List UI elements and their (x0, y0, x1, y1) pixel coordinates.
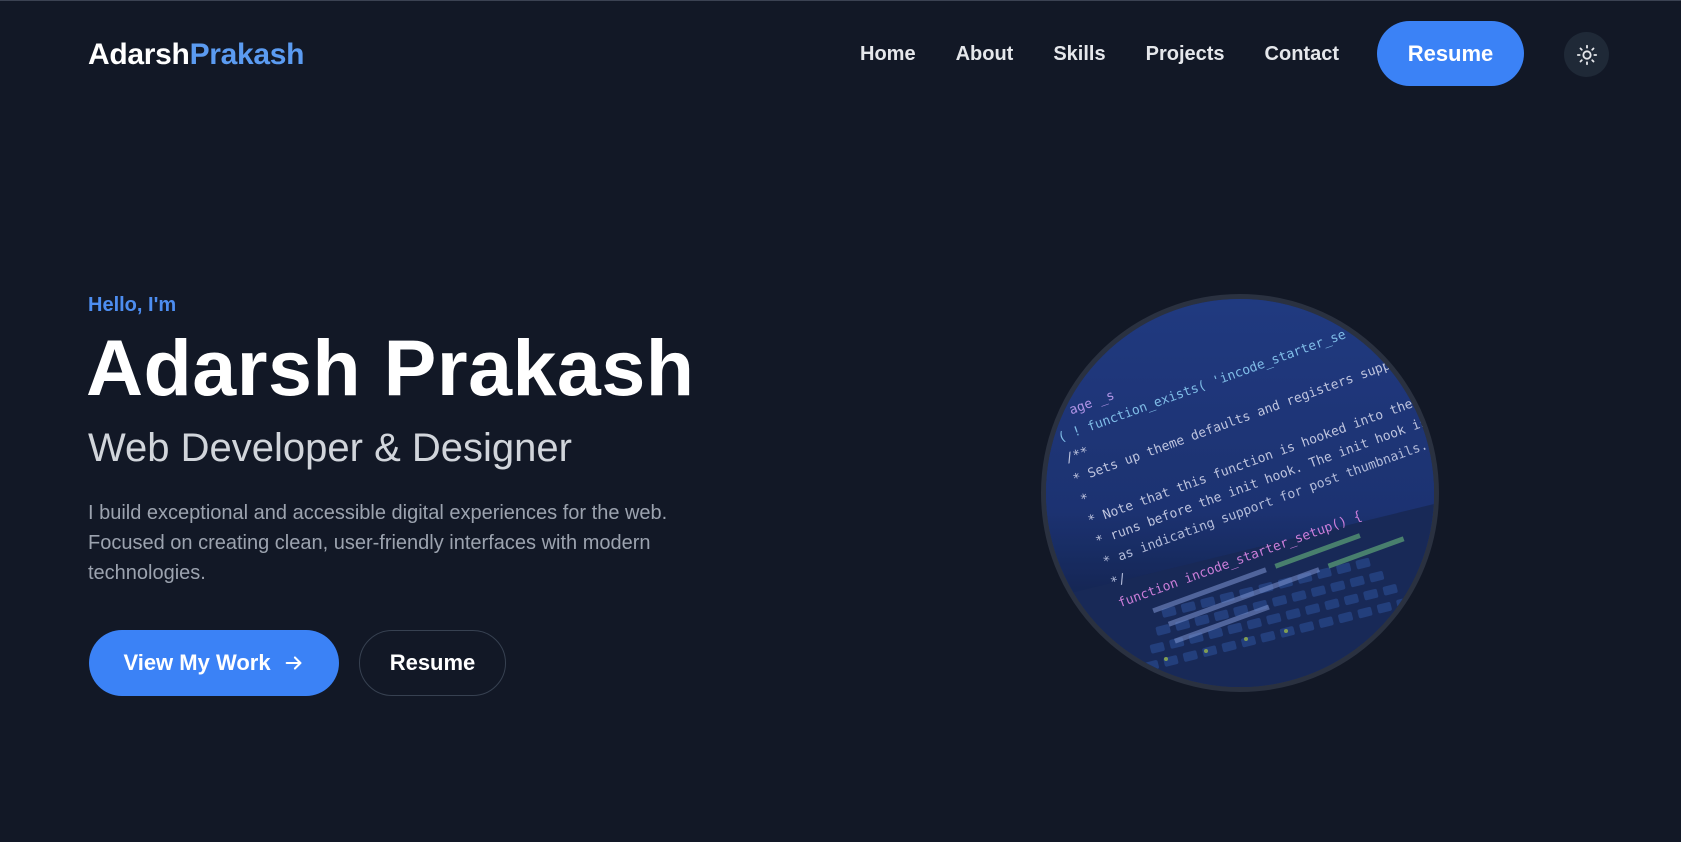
site-logo[interactable]: AdarshPrakash (88, 35, 305, 75)
navbar: AdarshPrakash Home About Skills Projects… (0, 1, 1681, 107)
nav-link-skills[interactable]: Skills (1053, 39, 1105, 69)
nav-resume-button[interactable]: Resume (1377, 21, 1524, 86)
page: AdarshPrakash Home About Skills Projects… (0, 0, 1681, 842)
nav-link-projects[interactable]: Projects (1146, 39, 1225, 69)
code-laptop-photo: age _s ( ! function_exists( 'incode_star… (1046, 299, 1434, 687)
nav-menu: Home About Skills Projects Contact (860, 39, 1379, 69)
nav-link-about[interactable]: About (956, 39, 1014, 69)
arrow-right-icon (285, 656, 301, 670)
hero-role: Web Developer & Designer (88, 426, 572, 470)
sun-icon (1576, 44, 1597, 65)
profile-image: age _s ( ! function_exists( 'incode_star… (1041, 294, 1439, 692)
hero-description: I build exceptional and accessible digit… (88, 502, 668, 584)
theme-toggle-button[interactable] (1564, 32, 1609, 77)
logo-last-name: Prakash (189, 38, 305, 71)
logo-first-name: Adarsh (88, 38, 190, 71)
nav-link-contact[interactable]: Contact (1265, 39, 1339, 69)
hero-greeting: Hello, I'm (88, 294, 177, 316)
hero-name: Adarsh Prakash (86, 323, 695, 412)
nav-link-home[interactable]: Home (860, 39, 916, 69)
hero-resume-button[interactable]: Resume (359, 630, 506, 696)
view-my-work-label: View My Work (123, 650, 271, 675)
view-my-work-button[interactable]: View My Work (89, 630, 339, 696)
